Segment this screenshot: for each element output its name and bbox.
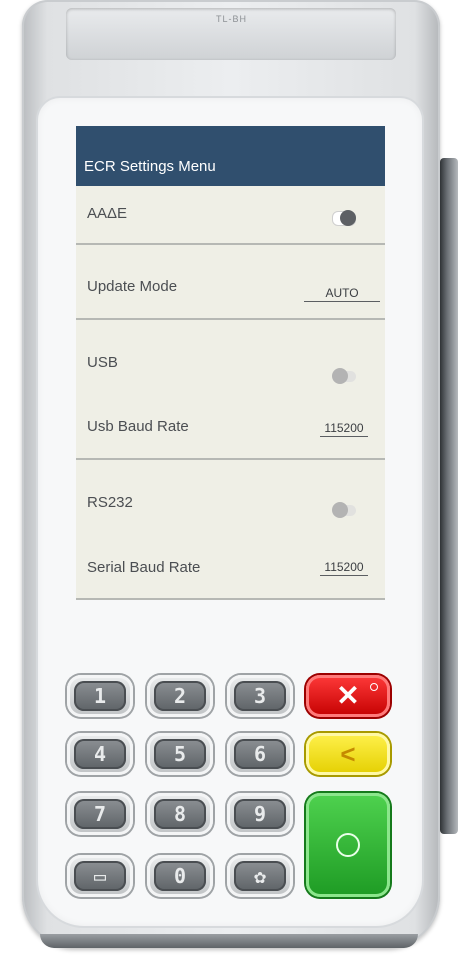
menu-key[interactable]: ▭: [67, 855, 133, 897]
key-9[interactable]: 9: [227, 793, 293, 835]
cancel-button[interactable]: ✕: [306, 675, 390, 717]
key-label: 5: [173, 742, 187, 766]
key-label: 6: [253, 742, 267, 766]
title-bar: ECR Settings Menu: [76, 126, 385, 186]
key-label: 8: [173, 802, 187, 826]
toggle-knob: [332, 368, 348, 384]
divider: [76, 458, 385, 460]
update-mode-label: Update Mode: [87, 278, 178, 295]
key-label: 1: [93, 684, 107, 708]
usb-toggle[interactable]: [332, 368, 358, 384]
key-8[interactable]: 8: [147, 793, 213, 835]
aade-label: ΑΑΔΕ: [87, 205, 128, 222]
aade-toggle[interactable]: [332, 210, 358, 226]
printer-slot: TL-BH: [66, 8, 396, 60]
printer-logo: TL-BH: [216, 14, 248, 24]
serial-baud-label: Serial Baud Rate: [87, 559, 201, 576]
function-icon: ✿: [253, 864, 267, 888]
key-label: 9: [253, 802, 267, 826]
toggle-knob: [340, 210, 356, 226]
key-5[interactable]: 5: [147, 733, 213, 775]
ecr-settings-screen: ECR Settings Menu ΑΑΔΕ Update Mode AUTO …: [76, 126, 385, 600]
usb-baud-label: Usb Baud Rate: [87, 418, 189, 435]
key-7[interactable]: 7: [67, 793, 133, 835]
key-cap: 1: [74, 681, 126, 711]
update-mode-select[interactable]: AUTO: [304, 286, 380, 302]
card-slot: [440, 158, 458, 834]
key-label: 0: [173, 864, 187, 888]
key-cap: 9: [234, 799, 286, 829]
confirm-circle-icon: [336, 833, 360, 857]
key-cap: ▭: [74, 861, 126, 891]
toggle-knob: [332, 502, 348, 518]
key-cap: 2: [154, 681, 206, 711]
rs232-label: RS232: [87, 494, 133, 511]
usb-label: USB: [87, 354, 118, 371]
key-3[interactable]: 3: [227, 675, 293, 717]
key-2[interactable]: 2: [147, 675, 213, 717]
rs232-toggle[interactable]: [332, 502, 358, 518]
key-cap: 3: [234, 681, 286, 711]
key-label: 3: [253, 684, 267, 708]
serial-baud-field[interactable]: 115200: [320, 560, 368, 576]
key-label: 7: [93, 802, 107, 826]
usb-baud-field[interactable]: 115200: [320, 421, 368, 437]
close-icon: ✕: [336, 680, 360, 711]
enter-button[interactable]: [306, 793, 390, 897]
key-cap: 8: [154, 799, 206, 829]
key-0[interactable]: 0: [147, 855, 213, 897]
divider: [76, 318, 385, 320]
key-cap: 0: [154, 861, 206, 891]
key-cap: 6: [234, 739, 286, 769]
divider: [76, 243, 385, 245]
key-cap: ✿: [234, 861, 286, 891]
key-label: 4: [93, 742, 107, 766]
key-cap: 5: [154, 739, 206, 769]
key-cap: 4: [74, 739, 126, 769]
key-1[interactable]: 1: [67, 675, 133, 717]
clear-button[interactable]: <: [306, 733, 390, 775]
menu-icon: ▭: [93, 864, 107, 888]
key-6[interactable]: 6: [227, 733, 293, 775]
key-4[interactable]: 4: [67, 733, 133, 775]
page-title: ECR Settings Menu: [84, 158, 216, 175]
chevron-left-icon: <: [340, 739, 356, 769]
indicator-dot: [370, 683, 378, 691]
key-cap: 7: [74, 799, 126, 829]
divider: [76, 598, 385, 600]
key-label: 2: [173, 684, 187, 708]
function-key[interactable]: ✿: [227, 855, 293, 897]
